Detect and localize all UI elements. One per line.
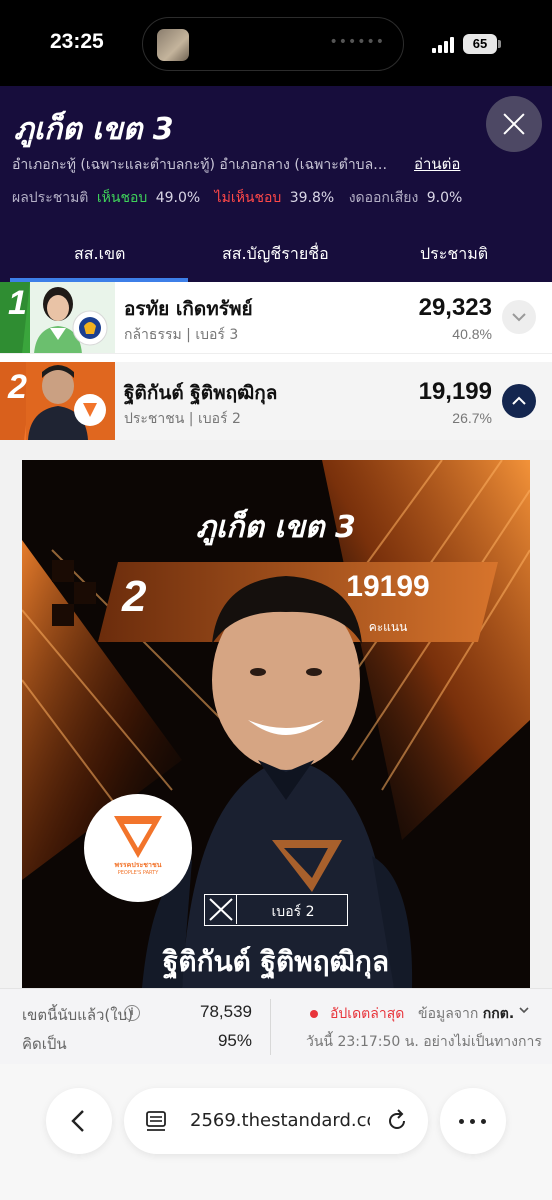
poster-candidate-name: ฐิติกันต์ ฐิติพฤฒิกุล xyxy=(162,945,390,978)
back-button[interactable] xyxy=(46,1088,112,1154)
referendum-no-value: 39.8% xyxy=(289,190,335,206)
battery-tip xyxy=(498,40,501,48)
candidate-poster: ภูเก็ต เขต 3 2 19199 คะแนน พรรคประชาชน P… xyxy=(22,460,530,988)
status-time: 23:25 xyxy=(50,30,104,53)
tab-constituency[interactable]: สส.เขต xyxy=(74,242,125,267)
signal-icon xyxy=(432,37,456,53)
district-areas: อำเภอกะทู้ (เฉพาะและตำบลกะทู้) อำเภอกลาง… xyxy=(12,157,396,173)
candidate-photo: 1 xyxy=(0,282,115,353)
audio-wave-icon: •••••• xyxy=(329,34,385,50)
source-prefix: ข้อมูลจาก xyxy=(418,1006,479,1022)
candidate-poster-panel: ภูเก็ต เขต 3 2 19199 คะแนน พรรคประชาชน P… xyxy=(0,440,552,988)
poster-district-title: ภูเก็ต เขต 3 xyxy=(196,510,356,545)
poster-candidate-number: 2 xyxy=(122,572,147,621)
info-icon[interactable]: i xyxy=(124,1005,140,1021)
party-logo-icon xyxy=(114,816,162,858)
referendum-no-label: ไม่เห็นชอบ xyxy=(214,190,282,206)
reader-mode-icon[interactable] xyxy=(144,1109,168,1133)
now-playing-avatar xyxy=(157,29,189,61)
party-logo: พรรคประชาชน PEOPLE'S PARTY xyxy=(84,794,192,902)
district-title: ภูเก็ต เขต 3 xyxy=(14,112,174,147)
chevron-down-icon[interactable] xyxy=(518,1005,530,1015)
chevron-down-icon xyxy=(512,313,526,322)
referendum-abstain-label: งดออกเสียง xyxy=(348,190,419,206)
election-results-page: 23:25 •••••• 65 ภูเก็ต เขต 3 อำเภอกะทู้ … xyxy=(0,0,552,1200)
candidate-votes: 29,323 xyxy=(418,294,492,321)
result-tabs: สส.เขต สส.บัญชีรายชื่อ ประชามติ xyxy=(0,228,552,282)
tab-referendum[interactable]: ประชามติ xyxy=(420,242,488,267)
referendum-label: ผลประชามติ xyxy=(12,190,89,206)
referendum-abstain-value: 9.0% xyxy=(426,190,463,206)
ballot-box: เบอร์ 2 xyxy=(204,894,348,926)
chevron-left-icon xyxy=(71,1110,84,1132)
percent-label: คิดเป็น xyxy=(22,1035,67,1053)
poster-vote-count: 19199 xyxy=(346,570,430,603)
candidate-party: ประชาชน | เบอร์ 2 xyxy=(124,411,241,427)
referendum-summary: ผลประชามติ เห็นชอบ 49.0% ไม่เห็นชอบ 39.8… xyxy=(12,187,472,209)
dynamic-island[interactable]: •••••• xyxy=(142,17,404,71)
party-logo-english: PEOPLE'S PARTY xyxy=(117,870,159,876)
status-bar: 23:25 •••••• 65 xyxy=(0,0,552,86)
battery-icon: 65 xyxy=(463,34,497,54)
candidate-name: ฐิติกันต์ ฐิติพฤฒิกุล xyxy=(124,382,278,404)
candidate-row[interactable]: 1 อรทัย เกิดทรัพย์ กล้าธรรม | เบอร์ 3 29… xyxy=(0,282,552,354)
candidate-row[interactable]: 2 ฐิติกันต์ ฐิติพฤฒิกุล ประชาชน | เบอร์ … xyxy=(0,362,552,440)
update-time: วันนี้ 23:17:50 น. อย่างไม่เป็นทางการ xyxy=(306,1034,542,1050)
browser-toolbar: 2569.thestandard.co xyxy=(0,1064,552,1200)
last-update-label: อัปเดตล่าสุด xyxy=(330,1006,405,1022)
candidate-rank: 2 xyxy=(8,368,27,406)
counter-divider xyxy=(270,999,271,1055)
candidate-name: อรทัย เกิดทรัพย์ xyxy=(124,298,253,320)
close-button[interactable] xyxy=(486,96,542,152)
poster-vote-unit: คะแนน xyxy=(368,620,408,634)
live-dot-icon xyxy=(310,1010,318,1018)
candidate-percent: 40.8% xyxy=(452,326,492,342)
reload-icon[interactable] xyxy=(384,1108,410,1134)
referendum-yes-value: 49.0% xyxy=(155,190,201,206)
counted-label: เขตนี้นับแล้ว(ใบ) xyxy=(22,1006,133,1024)
candidate-rank: 1 xyxy=(8,284,27,322)
candidate-party: กล้าธรรม | เบอร์ 3 xyxy=(124,327,239,343)
more-options-button[interactable] xyxy=(440,1088,506,1154)
collapse-button[interactable] xyxy=(502,384,536,418)
vote-count-bar: เขตนี้นับแล้ว(ใบ) i 78,539 คิดเป็น 95% อ… xyxy=(0,988,552,1064)
expand-button[interactable] xyxy=(502,300,536,334)
candidate-percent: 26.7% xyxy=(452,410,492,426)
data-source[interactable]: ข้อมูลจาก กกต. xyxy=(418,1003,514,1025)
candidate-votes: 19,199 xyxy=(418,378,492,405)
source-name: กกต. xyxy=(482,1006,515,1022)
chevron-up-icon xyxy=(512,396,526,405)
address-bar[interactable]: 2569.thestandard.co xyxy=(124,1088,428,1154)
ballot-number-label: เบอร์ 2 xyxy=(271,904,315,920)
counted-value: 78,539 xyxy=(200,1002,252,1021)
tab-party-list[interactable]: สส.บัญชีรายชื่อ xyxy=(222,242,329,267)
referendum-yes-label: เห็นชอบ xyxy=(96,190,148,206)
percent-value: 95% xyxy=(217,1031,252,1050)
candidate-photo: 2 xyxy=(0,362,115,440)
url-text: 2569.thestandard.co xyxy=(190,1110,370,1131)
ballot-cross-icon xyxy=(205,895,237,924)
read-more-link[interactable]: อ่านต่อ xyxy=(414,152,460,176)
